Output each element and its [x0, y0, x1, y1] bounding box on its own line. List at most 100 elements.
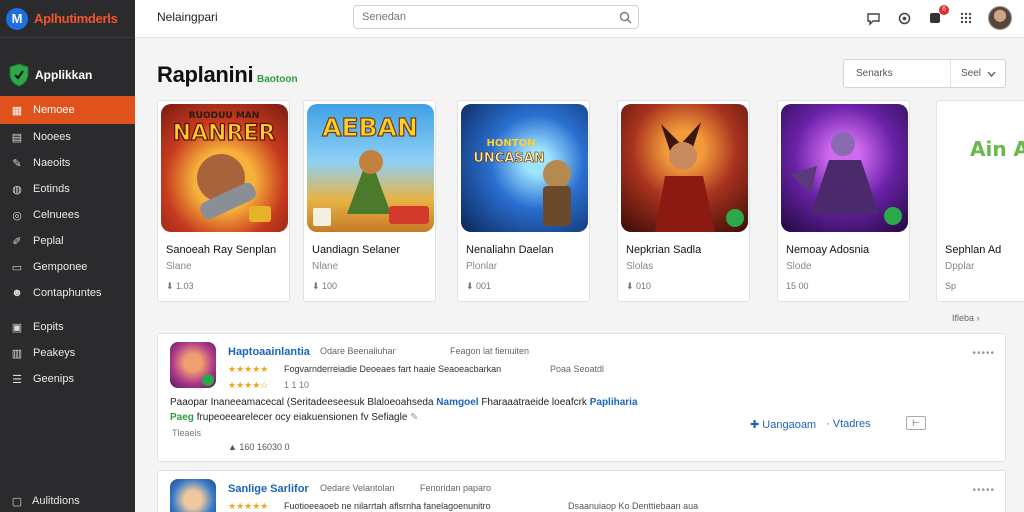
app-summary: Fogvarnderreiadie Deoeaes fart haaie Sea…	[284, 364, 502, 374]
rating-stars: ★★★★★	[228, 364, 269, 374]
view-button-label: Vtadres	[832, 418, 871, 430]
sidebar-item-label: Eotinds	[33, 183, 70, 195]
art-title-text: AEBAN	[322, 113, 418, 142]
download-icon: ⬇	[466, 281, 477, 291]
download-icon: ⬇	[312, 281, 323, 291]
search-icon[interactable]	[612, 6, 638, 28]
sidebar-item-4[interactable]: ◎ Celnuees	[0, 202, 135, 228]
app-category: Feagon lat fienuiten	[450, 346, 530, 356]
featured-card[interactable]: Nemoay Adosnia Slode 15 00	[777, 100, 910, 302]
sidebar-item-0[interactable]: ▦ Nemoee	[0, 96, 135, 124]
card-stat: ⬇ 100	[312, 281, 337, 292]
see-all-link[interactable]: Ifleba ›	[952, 313, 980, 323]
inbox-icon: ▭	[11, 261, 23, 274]
sidebar-item-9[interactable]: ▥ Peakeys	[0, 340, 135, 366]
sidebar-item-label: Eopits	[33, 321, 64, 333]
sidebar-item-3[interactable]: ◍ Eotinds	[0, 176, 135, 202]
list-item[interactable]: Haptoaainlantia Odare Beenaliuhar Feagon…	[157, 333, 1006, 462]
sort-value: Seel	[950, 60, 996, 87]
sidebar: M Aplhutimderls Applikkan ▦ Nemoee ▤ Nooee…	[0, 0, 135, 512]
chat-icon[interactable]	[864, 9, 882, 27]
page-title: Nelaingpari	[157, 10, 218, 24]
gear-icon[interactable]	[895, 9, 913, 27]
sort-dropdown[interactable]: Senarks Seel	[843, 59, 1006, 88]
featured-card[interactable]: HONTON UNCASAN Nenaliahn Daelan Plonlar …	[457, 100, 590, 302]
app-summary-extra: Poaa Seoatdl	[550, 364, 605, 374]
like-icon: ▲	[228, 442, 240, 452]
section-subtitle[interactable]: Baotoon	[257, 74, 298, 85]
sidebar-footer-label: Aulitdions	[32, 495, 80, 507]
app-category: Fenoridan paparo	[420, 483, 492, 493]
sidebar-footer[interactable]: ▢ Aulitdions	[0, 490, 135, 512]
featured-card[interactable]: RUODUU MAN NANRER Sanoeah Ray Senplan Sl…	[157, 100, 290, 302]
sidebar-item-6[interactable]: ▭ Gemponee	[0, 254, 135, 280]
list-icon: ▤	[11, 131, 23, 144]
sidebar-item-5[interactable]: ✐ Peplal	[0, 228, 135, 254]
verified-icon	[726, 209, 744, 227]
list-item[interactable]: Sanlige Sarlifor Oedare Velantolan Fenor…	[157, 470, 1006, 512]
app-badge[interactable]: Applikkan	[0, 38, 135, 96]
chevron-down-icon	[987, 71, 996, 77]
compass-icon: ◎	[12, 209, 22, 222]
app-summary-extra: Dsaanuiaop Ko Denttiebaan aua	[568, 501, 699, 511]
rating-count: 1 1 10	[284, 380, 310, 390]
card-developer: Slane	[166, 261, 192, 272]
card-developer: Slode	[786, 261, 812, 272]
app-title[interactable]: Haptoaainlantia	[228, 346, 310, 358]
sidebar-item-2[interactable]: ✎ Naeoits	[0, 150, 135, 176]
add-button[interactable]: ✚ Uangaoam	[750, 418, 816, 431]
sidebar-item-1[interactable]: ▤ Nooees	[0, 124, 135, 150]
app-developer-text: Odare Beenaliuhar	[320, 346, 396, 356]
featured-card[interactable]: Ain Arh Sephlan Ad Dpplar Sp	[936, 100, 1024, 302]
sidebar-item-label: Celnuees	[33, 209, 80, 221]
card-developer: Slolas	[626, 261, 654, 272]
desc-link-end[interactable]: Papliharia	[590, 397, 638, 408]
share-icon[interactable]: ⊢	[906, 416, 926, 430]
sidebar-item-7[interactable]: ☻ Contaphuntes	[0, 280, 135, 306]
brand-name: Aplhutimderls	[34, 11, 118, 26]
plus-icon: ✚	[750, 419, 763, 431]
game-art: HONTON UNCASAN	[461, 104, 588, 232]
card-stat-value: 010	[636, 281, 652, 291]
art-top-text: RUODUU MAN	[189, 111, 260, 121]
wrench-icon: ✎	[12, 157, 22, 170]
more-options-icon[interactable]: •••••	[972, 485, 995, 496]
sidebar-item-8[interactable]: ▣ Eopits	[0, 314, 135, 340]
app-stats: ▲ 160 16030 0	[228, 442, 289, 452]
more-options-icon[interactable]: •••••	[972, 348, 995, 359]
notification-icon[interactable]: 6	[926, 5, 949, 27]
card-stat: ⬇ 001	[466, 281, 491, 292]
view-button[interactable]: · Vtadres	[826, 418, 871, 430]
sidebar-item-label: Peplal	[33, 235, 64, 247]
dash-icon: ·	[826, 418, 833, 430]
card-stat: ⬇ 1.03	[166, 281, 194, 292]
card-stat: ⬇ 010	[626, 281, 651, 292]
featured-card[interactable]: AEBAN Uandiagn Selaner Nlane ⬇ 100	[303, 100, 436, 302]
featured-card[interactable]: Nepkrian Sadla Slolas ⬇ 010	[617, 100, 750, 302]
art-title-text: Ain Arh	[970, 137, 1024, 161]
avatar[interactable]	[988, 6, 1012, 30]
card-stat: 15 00	[786, 281, 809, 291]
app-label: Tleaeis	[172, 428, 202, 438]
search-input[interactable]	[362, 11, 612, 23]
featured-carousel: RUODUU MAN NANRER Sanoeah Ray Senplan Sl…	[157, 100, 1024, 302]
card-developer: Plonlar	[466, 261, 498, 272]
desc-text-2: frupeoeearelecer ocy eiakuensionen fv Se…	[196, 412, 408, 423]
grid-menu-icon[interactable]	[957, 9, 975, 27]
desc-text-rest: Fharaaatraeide loeafcrk	[481, 397, 587, 408]
card-stat-value: 001	[476, 281, 492, 291]
desc-tag: Paeg	[170, 412, 194, 423]
app-summary: Fuotioeeaoeb ne nilarrtah aflsrnha fanel…	[284, 501, 491, 511]
desc-link[interactable]: Namgoel	[436, 397, 478, 408]
app-developer: Odare Beenaliuhar	[320, 346, 396, 356]
apps-icon: ▦	[11, 104, 23, 117]
app-icon	[170, 479, 216, 512]
sidebar-item-label: Contaphuntes	[33, 287, 102, 299]
brand[interactable]: M Aplhutimderls	[0, 0, 135, 38]
sidebar-spacer	[0, 306, 135, 314]
app-title[interactable]: Sanlige Sarlifor	[228, 483, 309, 495]
sidebar-nav: ▦ Nemoee ▤ Nooees ✎ Naeoits ◍ Eotinds ◎ Celnu…	[0, 96, 135, 392]
card-title: Nepkrian Sadla	[626, 244, 702, 256]
game-art: Ain Arh	[940, 104, 1024, 232]
sidebar-item-10[interactable]: ☰ Geenips	[0, 366, 135, 392]
